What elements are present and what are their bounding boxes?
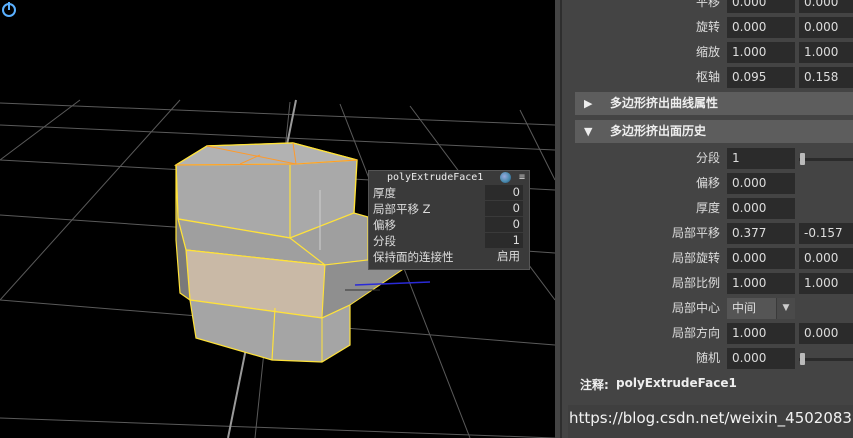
popup-row-label: 分段 [373,234,396,248]
section-title: 多边形挤出曲线属性 [610,96,719,110]
scale-y-field[interactable]: 1.000 [799,42,853,63]
popup-title-text: polyExtrudeFace1 [387,172,484,183]
attr-row-pivot: 枢轴 0.095 0.158 [568,65,853,90]
local-rotate-y-field[interactable]: 0.000 [799,248,853,269]
local-translate-x-field[interactable]: 0.377 [727,223,795,244]
local-scale-y-field[interactable]: 1.000 [799,273,853,294]
popup-row-label: 偏移 [373,218,396,232]
section-extrude-face-history[interactable]: ▼ 多边形挤出面历史 [575,120,853,143]
popup-row-value[interactable]: 0 [485,185,523,200]
thickness-field[interactable]: 0.000 [727,198,795,219]
divisions-slider[interactable] [799,153,853,165]
attr-label: 缩放 [695,45,720,59]
local-direction-y-field[interactable]: 0.000 [799,323,853,344]
attr-row-offset: 偏移 0.000 [568,171,853,196]
attr-label: 局部平移 [671,226,720,240]
attr-label: 厚度 [695,201,720,215]
attr-label: 随机 [695,351,720,365]
expand-arrow-icon: ▶ [584,97,593,110]
random-field[interactable]: 0.000 [727,348,795,369]
local-translate-y-field[interactable]: -0.157 [799,223,853,244]
pivot-x-field[interactable]: 0.095 [727,67,795,88]
divisions-field[interactable]: 1 [727,148,795,169]
local-scale-x-field[interactable]: 1.000 [727,273,795,294]
attr-row-local-translate: 局部平移 0.377 -0.157 [568,221,853,246]
rotate-y-field[interactable]: 0.000 [799,17,853,38]
attr-label: 旋转 [695,20,720,34]
popup-row-label: 保持面的连接性 [373,250,454,264]
section-title: 多边形挤出面历史 [610,124,707,138]
attr-label: 枢轴 [695,70,720,84]
translate-x-field[interactable]: 0.000 [727,0,795,13]
popup-row-toggle[interactable]: 启用 [485,249,523,264]
popup-row-value[interactable]: 1 [485,233,523,248]
slider-handle[interactable] [800,153,805,165]
chevron-down-icon[interactable]: ▼ [776,298,795,319]
attr-label: 偏移 [695,176,720,190]
slider-handle[interactable] [800,353,805,365]
popup-row-value[interactable]: 0 [485,201,523,216]
attr-label: 局部旋转 [671,251,720,265]
attr-row-scale: 缩放 1.000 1.000 [568,40,853,65]
attr-label: 平移 [695,0,720,9]
notes-node-name: polyExtrudeFace1 [616,376,737,390]
in-view-channel-box[interactable]: polyExtrudeFace1 ≡ 厚度 0 局部平移 Z 0 偏移 0 分段… [368,170,530,270]
translate-y-field[interactable]: 0.000 [799,0,853,13]
attr-row-local-direction: 局部方向 1.000 0.000 [568,321,853,346]
notes-label: 注释: [580,378,609,392]
globe-icon[interactable] [500,172,511,183]
watermark-text: https://blog.csdn.net/weixin_45020839 [568,405,853,438]
menu-icon[interactable]: ≡ [519,171,525,185]
attr-row-local-center: 局部中心 中间 ▼ [568,296,853,321]
local-direction-x-field[interactable]: 1.000 [727,323,795,344]
popup-title: polyExtrudeFace1 ≡ [369,171,529,185]
random-slider[interactable] [799,353,853,365]
popup-row-keep-faces-together[interactable]: 保持面的连接性 启用 [369,249,529,265]
attr-row-thickness: 厚度 0.000 [568,196,853,221]
attr-row-divisions: 分段 1 [568,146,853,171]
dropdown-value: 中间 [732,301,757,315]
attr-label: 局部方向 [671,326,720,340]
popup-row-divisions[interactable]: 分段 1 [369,233,529,249]
attr-row-local-scale: 局部比例 1.000 1.000 [568,271,853,296]
pivot-y-field[interactable]: 0.158 [799,67,853,88]
collapse-arrow-icon: ▼ [584,125,593,138]
attr-label: 局部比例 [671,276,720,290]
section-extrude-curve-attrs[interactable]: ▶ 多边形挤出曲线属性 [575,92,853,115]
attr-row-local-rotate: 局部旋转 0.000 0.000 [568,246,853,271]
attr-row-random: 随机 0.000 [568,346,853,371]
viewport-3d[interactable]: polyExtrudeFace1 ≡ 厚度 0 局部平移 Z 0 偏移 0 分段… [0,0,555,438]
scale-x-field[interactable]: 1.000 [727,42,795,63]
popup-row-offset[interactable]: 偏移 0 [369,217,529,233]
popup-row-label: 厚度 [373,186,396,200]
attr-label: 局部中心 [671,301,720,315]
local-center-dropdown[interactable]: 中间 ▼ [727,298,795,319]
attr-row-translate: 平移 0.000 0.000 [568,0,853,15]
panel-splitter[interactable] [555,0,568,438]
popup-row-label: 局部平移 Z [373,202,431,216]
rotate-x-field[interactable]: 0.000 [727,17,795,38]
local-rotate-x-field[interactable]: 0.000 [727,248,795,269]
popup-row-local-translate-z[interactable]: 局部平移 Z 0 [369,201,529,217]
attr-label: 分段 [695,151,720,165]
popup-row-value[interactable]: 0 [485,217,523,232]
popup-row-thickness[interactable]: 厚度 0 [369,185,529,201]
attr-row-rotate: 旋转 0.000 0.000 [568,15,853,40]
offset-field[interactable]: 0.000 [727,173,795,194]
manipulator-icon[interactable] [0,0,18,18]
